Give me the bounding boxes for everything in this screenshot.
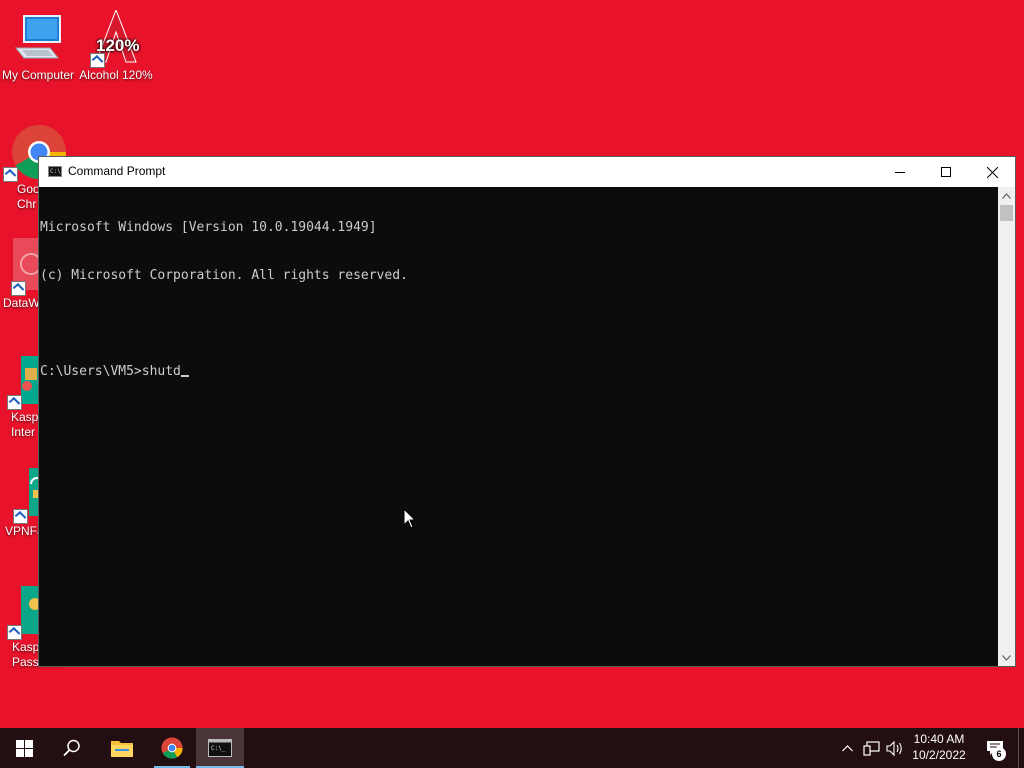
taskbar: C:\_ 10:40 AM 10/2/2022 6 — [0, 728, 1024, 768]
console-line: (c) Microsoft Corporation. All rights re… — [40, 268, 408, 283]
vertical-scrollbar[interactable] — [998, 187, 1015, 666]
file-explorer-icon — [111, 741, 133, 757]
clock-time: 10:40 AM — [913, 732, 965, 746]
maximize-icon — [941, 167, 951, 177]
chrome-icon — [161, 737, 183, 759]
chevron-down-icon — [1002, 654, 1011, 661]
search-icon — [63, 739, 80, 757]
scroll-thumb[interactable] — [1000, 205, 1013, 221]
clock-date: 10/2/2022 — [912, 748, 966, 762]
windows-start-icon — [15, 739, 33, 757]
title-bar[interactable]: C:\ Command Prompt — [39, 157, 1015, 187]
svg-text:C:\_: C:\_ — [211, 745, 226, 752]
chevron-up-icon — [841, 744, 853, 751]
taskbar-file-explorer[interactable] — [98, 728, 146, 768]
minimize-icon — [895, 172, 905, 173]
shortcut-arrow-icon — [11, 281, 26, 296]
search-button[interactable] — [48, 728, 96, 768]
system-clock[interactable]: 10:40 AM 10/2/2022 — [904, 731, 974, 763]
text-cursor — [180, 375, 189, 377]
start-button[interactable] — [0, 728, 48, 768]
desktop-icon-label: My Computer — [1, 68, 75, 82]
console-line: Microsoft Windows [Version 10.0.19044.19… — [40, 220, 377, 235]
computer-icon — [10, 10, 66, 66]
notification-count-badge: 6 — [992, 747, 1006, 761]
shortcut-arrow-icon — [13, 509, 28, 524]
desktop-icon-alcohol[interactable]: 120% Alcohol 120% — [78, 8, 154, 83]
alcohol-icon: 120% — [88, 8, 144, 68]
mouse-pointer-icon — [403, 508, 417, 529]
console-input[interactable]: C:\Users\VM5>shutd — [40, 364, 181, 379]
maximize-button[interactable] — [923, 157, 969, 187]
close-icon — [986, 166, 998, 178]
scroll-up-button[interactable] — [998, 187, 1015, 204]
console-prompt-line: C:\Users\VM5>shutd — [40, 364, 997, 380]
command-prompt-icon: C:\_ — [208, 739, 232, 757]
volume-icon — [886, 740, 902, 756]
shortcut-arrow-icon — [3, 167, 18, 182]
network-icon — [862, 740, 880, 756]
show-desktop-button[interactable] — [1018, 728, 1024, 768]
console-output[interactable]: Microsoft Windows [Version 10.0.19044.19… — [39, 187, 998, 666]
shortcut-arrow-icon — [7, 625, 22, 640]
taskbar-chrome[interactable] — [148, 728, 196, 768]
desktop-icon-label: Alcohol 120% — [79, 68, 153, 82]
window-title: Command Prompt — [68, 164, 166, 178]
command-prompt-icon: C:\ — [48, 166, 62, 177]
taskbar-command-prompt[interactable]: C:\_ — [196, 728, 244, 768]
volume-button[interactable] — [884, 728, 906, 768]
action-center-button[interactable]: 6 — [980, 728, 1010, 768]
minimize-button[interactable] — [877, 157, 923, 187]
show-hidden-icons-button[interactable] — [838, 728, 856, 768]
network-button[interactable] — [860, 728, 882, 768]
shortcut-arrow-icon — [90, 53, 105, 68]
shortcut-arrow-icon — [7, 395, 22, 410]
scroll-down-button[interactable] — [998, 649, 1015, 666]
command-prompt-window[interactable]: C:\ Command Prompt Microsoft Windows [Ve… — [38, 156, 1016, 667]
close-button[interactable] — [969, 157, 1015, 187]
desktop-icon-my-computer[interactable]: My Computer — [0, 10, 76, 83]
chevron-up-icon — [1002, 192, 1011, 199]
